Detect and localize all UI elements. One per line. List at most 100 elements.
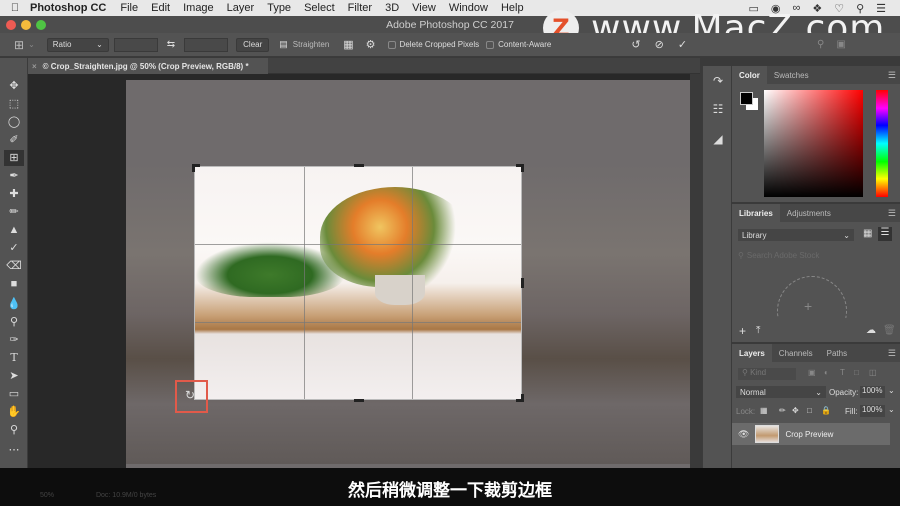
filter-pixel-icon[interactable]: ▣ [808, 368, 816, 377]
clone-stamp-tool-icon[interactable]: ▲ [4, 222, 24, 238]
lock-transparent-icon[interactable]: ▦ [760, 406, 768, 415]
library-select[interactable]: Library ⌄ [738, 229, 854, 241]
lock-artboard-icon[interactable]: □ [807, 406, 812, 415]
more-tools-icon[interactable]: ⋯ [4, 442, 24, 458]
grid-overlay-icon[interactable]: ▦ [343, 38, 353, 51]
crop-box[interactable] [194, 166, 522, 400]
sync-icon[interactable]: ☁ [866, 325, 876, 336]
menu-window[interactable]: Window [449, 2, 488, 14]
marquee-tool-icon[interactable]: ⬚ [4, 96, 24, 112]
brush-tool-icon[interactable]: ✏ [4, 204, 24, 220]
list-view-icon[interactable]: ☰ [878, 227, 892, 241]
workspace-icon[interactable]: ▣ [836, 39, 845, 50]
crop-handle-top[interactable] [354, 164, 364, 167]
menu-type[interactable]: Type [267, 2, 291, 14]
layer-row[interactable]: 👁 Crop Preview [732, 423, 890, 445]
crop-icon[interactable]: ⊞ [14, 38, 24, 52]
adobe-stock-search[interactable]: ⚲ Search Adobe Stock [738, 249, 896, 261]
panel-menu-icon[interactable]: ☰ [888, 348, 896, 359]
upload-icon[interactable]: ⤒ [756, 325, 760, 336]
filter-shape-icon[interactable]: □ [854, 368, 859, 377]
lock-all-icon[interactable]: 🔒 [821, 406, 831, 415]
content-aware-checkbox[interactable]: Content-Aware [486, 40, 551, 49]
foreground-color-chip[interactable] [740, 92, 753, 105]
lasso-tool-icon[interactable]: ◯ [4, 114, 24, 130]
apple-icon[interactable]:  [0, 2, 30, 14]
hand-tool-icon[interactable]: ✋ [4, 404, 24, 420]
app-menu[interactable]: Photoshop CC [30, 2, 106, 14]
menu-view[interactable]: View [412, 2, 436, 14]
opacity-chevron-icon[interactable]: ⌄ [888, 386, 895, 395]
clear-button[interactable]: Clear [236, 37, 270, 52]
hue-slider[interactable] [876, 90, 888, 197]
fill-chevron-icon[interactable]: ⌄ [888, 405, 895, 414]
visibility-eye-icon[interactable]: 👁 [738, 429, 749, 440]
panel-menu-icon[interactable]: ☰ [888, 208, 896, 219]
healing-brush-tool-icon[interactable]: ✚ [4, 186, 24, 202]
crop-tool-icon[interactable]: ⊞ [4, 150, 24, 166]
crop-handle-right[interactable] [521, 278, 524, 288]
tab-color[interactable]: Color [732, 66, 767, 84]
tab-layers[interactable]: Layers [732, 344, 772, 362]
tab-channels[interactable]: Channels [772, 344, 820, 362]
delete-cropped-pixels-checkbox[interactable]: Delete Cropped Pixels [387, 40, 479, 49]
fill-input[interactable]: 100% [860, 405, 885, 417]
menu-file[interactable]: File [120, 2, 138, 14]
transform-panel-icon[interactable]: ◢ [707, 128, 729, 150]
gear-icon[interactable]: ⚙ [366, 38, 376, 51]
swap-icon[interactable]: ⇆ [167, 39, 175, 50]
crop-handle-bottom-right[interactable] [521, 394, 524, 402]
cancel-icon[interactable]: ⊘ [655, 38, 664, 51]
blend-mode-select[interactable]: Normal ⌄ [736, 386, 826, 398]
pen-tool-icon[interactable]: ✑ [4, 332, 24, 348]
history-brush-tool-icon[interactable]: ✓ [4, 240, 24, 256]
commit-check-icon[interactable]: ✓ [678, 38, 687, 51]
menu-layer[interactable]: Layer [227, 2, 255, 14]
reset-icon[interactable]: ↺ [631, 38, 640, 51]
blur-tool-icon[interactable]: 💧 [4, 296, 24, 312]
filter-type-icon[interactable]: T [840, 368, 845, 377]
menu-edit[interactable]: Edit [151, 2, 170, 14]
menu-image[interactable]: Image [183, 2, 214, 14]
tab-adjustments[interactable]: Adjustments [780, 204, 838, 222]
crop-handle-top-left[interactable] [192, 164, 195, 172]
type-tool-icon[interactable]: T [4, 350, 24, 366]
lock-paint-icon[interactable]: ✏ [779, 406, 786, 415]
history-panel-icon[interactable]: ↷ [707, 70, 729, 92]
crop-handle-bottom[interactable] [354, 399, 364, 402]
menu-3d[interactable]: 3D [385, 2, 399, 14]
menu-select[interactable]: Select [304, 2, 335, 14]
menu-help[interactable]: Help [501, 2, 524, 14]
document-tab[interactable]: × © Crop_Straighten.jpg @ 50% (Crop Prev… [28, 58, 268, 74]
add-content-icon[interactable]: + [739, 324, 746, 338]
zoom-level[interactable]: 50% [40, 492, 54, 499]
rectangle-tool-icon[interactable]: ▭ [4, 386, 24, 402]
tab-swatches[interactable]: Swatches [767, 66, 816, 84]
dodge-tool-icon[interactable]: ⚲ [4, 314, 24, 330]
properties-panel-icon[interactable]: ☷ [707, 98, 729, 120]
filter-adjustment-icon[interactable]: ◐ [824, 368, 829, 377]
doc-info[interactable]: Doc: 10.9M/0 bytes [96, 492, 156, 499]
opacity-input[interactable]: 100% [860, 386, 885, 398]
quick-select-tool-icon[interactable]: ✐ [4, 132, 24, 148]
crop-width-input[interactable] [113, 37, 158, 52]
gradient-tool-icon[interactable]: ■ [4, 276, 24, 292]
menu-filter[interactable]: Filter [348, 2, 372, 14]
path-select-tool-icon[interactable]: ➤ [4, 368, 24, 384]
search-icon[interactable]: ⚲ [817, 39, 824, 50]
tool-preset-chevron-icon[interactable]: ⌄ [28, 40, 35, 49]
zoom-tool-icon[interactable]: ⚲ [4, 422, 24, 438]
grid-view-icon[interactable]: ▦ [863, 228, 872, 239]
filter-smart-object-icon[interactable]: ◫ [869, 368, 877, 377]
tab-libraries[interactable]: Libraries [732, 204, 780, 222]
crop-handle-top-right[interactable] [521, 164, 524, 172]
close-tab-icon[interactable]: × [32, 62, 37, 71]
trash-icon[interactable]: 🗑 [883, 325, 896, 336]
lock-position-icon[interactable]: ✥ [792, 406, 799, 415]
layer-filter-kind[interactable]: ⚲ Kind [738, 368, 796, 380]
crop-height-input[interactable] [184, 37, 229, 52]
ratio-select[interactable]: Ratio ⌄ [46, 37, 109, 52]
add-plus-icon[interactable]: + [804, 298, 812, 314]
document-canvas[interactable]: ↻ [28, 74, 690, 468]
straighten-button[interactable]: Straighten [293, 40, 329, 49]
